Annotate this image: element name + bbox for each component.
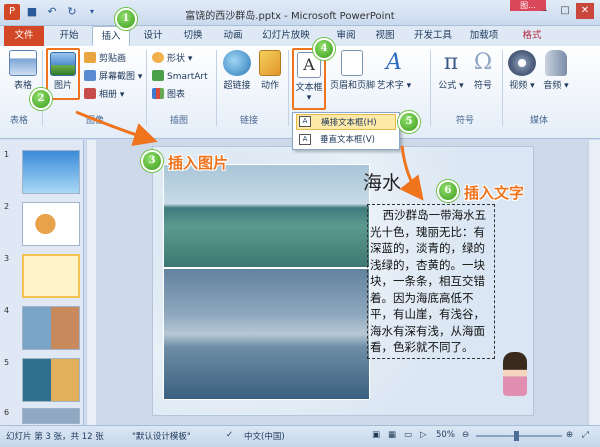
step-badge-1: 1 [115, 8, 137, 30]
language-status[interactable]: 中文(中国) [244, 430, 285, 442]
slideshow-view-icon[interactable]: ▷ [420, 430, 427, 440]
zoom-level[interactable]: 50% [436, 430, 455, 440]
sorter-view-icon[interactable]: ▦ [388, 430, 396, 440]
zoom-slider-thumb[interactable] [514, 431, 519, 441]
fit-slide-icon[interactable]: ⤢ [582, 430, 589, 440]
annotation-insert-text: 插入文字 [464, 184, 525, 202]
zoom-in-icon[interactable]: ⊕ [566, 430, 573, 440]
zoom-slider[interactable] [476, 435, 562, 437]
step-badge-6: 6 [437, 180, 459, 202]
annotation-insert-picture: 插入图片 [168, 154, 229, 172]
theme-name: "默认设计模板" [132, 432, 191, 442]
spellcheck-icon[interactable]: ✓ [226, 430, 233, 440]
normal-view-icon[interactable]: ▣ [372, 430, 380, 440]
zoom-out-icon[interactable]: ⊖ [462, 430, 469, 440]
step-badge-4: 4 [313, 38, 335, 60]
reading-view-icon[interactable]: ▭ [404, 430, 412, 440]
annotation-arrows [75, 110, 424, 201]
step-badge-3: 3 [141, 150, 163, 172]
arrow-to-textbox [399, 145, 424, 201]
step-badge-2: 2 [30, 88, 52, 110]
step-badge-5: 5 [398, 111, 420, 133]
slide-info: 幻灯片 第 3 张，共 12 张 [6, 432, 104, 442]
arrow-to-picture [75, 110, 158, 147]
